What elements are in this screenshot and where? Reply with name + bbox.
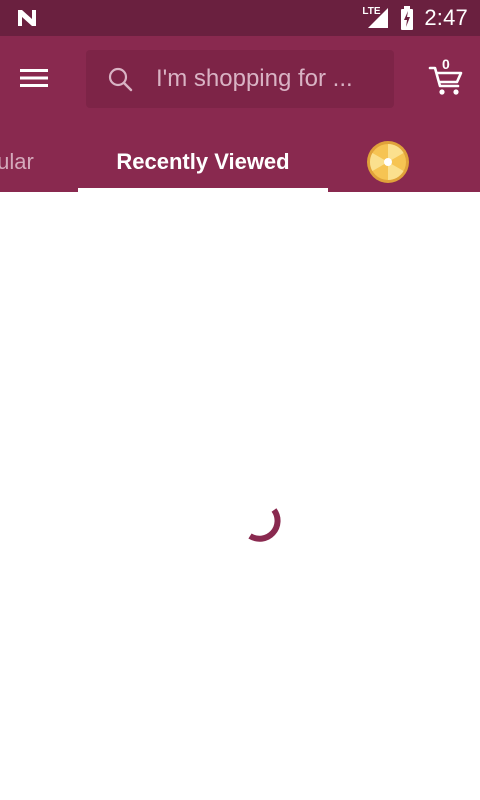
tab-prize-wheel[interactable] bbox=[362, 132, 414, 192]
tab-recently-viewed-label: Recently Viewed bbox=[116, 149, 290, 174]
status-bar: LTE 2:47 bbox=[0, 0, 480, 36]
search-box[interactable] bbox=[86, 50, 394, 108]
loading-spinner bbox=[240, 500, 284, 544]
cart-count-badge: 0 bbox=[442, 56, 450, 72]
hamburger-icon bbox=[20, 69, 48, 87]
status-right: LTE 2:47 bbox=[362, 5, 468, 30]
search-icon bbox=[108, 67, 133, 92]
n-logo-icon bbox=[16, 8, 38, 28]
status-time: 2:47 bbox=[424, 5, 468, 30]
prize-wheel-icon bbox=[367, 141, 409, 183]
tab-recently-viewed[interactable]: Recently Viewed bbox=[78, 132, 328, 192]
search-input[interactable] bbox=[156, 64, 386, 94]
app-bar: 0 Popular Recently Viewed bbox=[0, 36, 480, 192]
tab-popular[interactable]: Popular bbox=[0, 132, 56, 192]
content-area bbox=[0, 192, 480, 800]
tab-popular-label: Popular bbox=[0, 149, 34, 174]
signal-icon: LTE bbox=[362, 6, 390, 30]
menu-button[interactable] bbox=[18, 60, 66, 96]
cart-button[interactable]: 0 bbox=[426, 56, 466, 98]
battery-charging-icon bbox=[400, 6, 414, 30]
tab-bar: Popular Recently Viewed bbox=[0, 132, 480, 192]
